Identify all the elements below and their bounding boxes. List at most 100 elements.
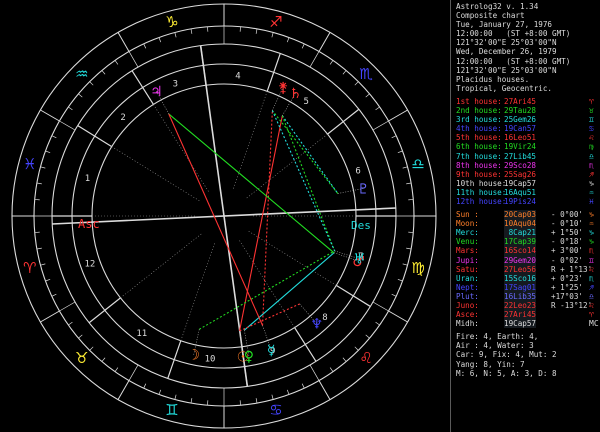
house-row: 7th house: 27Lib45 ♎: [456, 152, 600, 161]
aspect-line: [261, 110, 273, 326]
sign-boundary: [318, 32, 331, 52]
degree-tick: [402, 263, 408, 266]
planet-latitude: R -13°12': [551, 301, 593, 310]
sign-boundary: [40, 310, 60, 323]
header-line: Astrolog32 v. 1.34: [456, 2, 539, 11]
house-number: 1: [85, 174, 90, 184]
house-label: 9th house:: [456, 169, 502, 179]
house-sign-icon: ♑: [589, 178, 594, 188]
planet-sign-icon: ♌: [589, 301, 594, 310]
degree-tick: [391, 135, 397, 139]
chart-header: Astrolog32 v. 1.34 Composite chart Tue, Ja…: [456, 2, 600, 93]
header-line: Tropical, Geocentric.: [456, 83, 553, 93]
planet-sign-icon: ♏: [589, 273, 594, 283]
house-label: 6th house:: [456, 142, 502, 152]
header-line: Wed, December 26, 1979: [456, 47, 557, 57]
planet-latitude: R + 1°13': [551, 264, 593, 274]
degree-tick: [286, 389, 290, 395]
planet-label: Moon:: [456, 219, 479, 229]
degree-tick: [36, 247, 42, 250]
aspect-lines: [168, 110, 339, 332]
planet-row: Satu: 27Leo56 R + 1°13' ♌: [456, 264, 600, 274]
house-row: 1st house: 27Ari45 ♈: [456, 97, 600, 106]
house-cusp-spoke: [247, 230, 337, 286]
house-row: 12th house: 19Pis24 ♓: [456, 197, 600, 206]
zodiac-sign-icon: ♋: [269, 401, 282, 419]
house-position: 16Aqu51: [504, 187, 537, 197]
degree-tick: [406, 247, 412, 250]
degree-tick: [143, 43, 147, 49]
planet-label: Jupi:: [456, 255, 479, 265]
degree-tick: [143, 383, 147, 389]
zodiac-sign-icon: ♊: [165, 401, 178, 419]
planet-sign-icon: ♊: [589, 255, 594, 265]
stat-line: Air : 4, Water: 3: [456, 341, 534, 351]
planet-latitude: - 0°02': [551, 255, 584, 265]
house-cusp-spoke: [120, 233, 203, 299]
degree-tick: [271, 394, 274, 400]
planet-row: Uran: 15Sco16 + 0°23' ♏: [456, 273, 600, 283]
planet-icon: ♅: [353, 252, 366, 268]
degree-tick: [397, 150, 403, 154]
planet-row: Venu: 17Cap39 - 0°18' ♑: [456, 237, 600, 247]
planet-label: Asce:: [456, 310, 479, 320]
stat-line: Car: 9, Fix: 4, Mut: 2: [456, 350, 557, 360]
planet-latitude: +17°03': [551, 291, 584, 301]
planet-label: Merc:: [456, 228, 479, 238]
degree-tick: [286, 37, 290, 43]
house-position: 25Sag26: [504, 169, 537, 179]
house-cusp-spoke: [232, 91, 268, 190]
planet-position: 10Aqu04: [504, 219, 537, 229]
degree-tick: [190, 28, 193, 34]
planet-position: 8Cap21: [504, 228, 537, 238]
stat-line: Yang: 8, Yin: 7: [456, 359, 525, 369]
aspect-line: [239, 115, 283, 332]
planet-latitude: + 1°50': [551, 228, 584, 238]
house-row: 3rd house: 25Gem26 ♊: [456, 115, 600, 124]
house-sign-icon: ♋: [589, 124, 594, 134]
header-line: 12:00:00 (ST +8:00 GMT): [456, 29, 571, 39]
house-cusp-spoke: [180, 242, 216, 341]
planet-position: 27Leo56: [504, 264, 537, 274]
planet-position: 27Ari45: [504, 310, 537, 320]
planet-latitude: - 0°00': [551, 210, 584, 220]
house-number: 11: [136, 329, 147, 339]
sign-boundary: [318, 380, 331, 400]
degree-tick: [128, 51, 139, 68]
planet-row: Jupi: 29Gem20 - 0°02' ♊: [456, 255, 600, 265]
house-position: 27Lib45: [504, 151, 537, 161]
house-cusp-line: [167, 340, 182, 379]
degree-tick: [190, 398, 193, 404]
planet-latitude: - 0°18': [551, 237, 584, 247]
degree-tick: [78, 334, 83, 339]
house-cusp-list: 1st house: 27Ari45 ♈ 2nd house: 29Tau28 ♉ 3rd …: [456, 97, 600, 206]
degree-tick: [372, 301, 389, 312]
house-row: 2nd house: 29Tau28 ♉: [456, 106, 600, 115]
degree-tick: [59, 301, 76, 312]
planet-sign-icon: MC: [589, 319, 599, 329]
house-position: 19Cap57: [504, 178, 537, 188]
zodiac-sign-icon: ♌: [359, 349, 372, 367]
degree-tick: [309, 51, 320, 68]
info-panel: Astrolog32 v. 1.34 Composite chart Tue, Ja…: [450, 0, 600, 432]
degree-tick: [114, 367, 119, 372]
house-sign-icon: ♒: [589, 187, 594, 197]
house-sign-icon: ♐: [589, 169, 594, 179]
zodiac-sign-icon: ♑: [165, 13, 178, 31]
house-label: 8th house:: [456, 160, 502, 170]
planet-latitude: + 0°23': [551, 273, 584, 283]
degree-tick: [354, 81, 359, 86]
degree-tick: [375, 106, 380, 111]
degree-tick: [78, 93, 83, 98]
house-cusp-spoke: [153, 104, 210, 193]
planet-label: Satu:: [456, 264, 479, 274]
planet-latitude: + 3°00': [551, 246, 584, 256]
house-row: 4th house: 19Can57 ♋: [456, 124, 600, 133]
degree-tick: [255, 28, 258, 34]
header-line: 121°32'00"E 25°03'00"N: [456, 38, 557, 48]
degree-tick: [128, 364, 139, 381]
planet-row: Merc: 8Cap21 + 1°50' ♑: [456, 228, 600, 238]
degree-tick: [68, 106, 73, 111]
degree-tick: [372, 120, 389, 131]
planet-label: Uran:: [456, 273, 479, 283]
